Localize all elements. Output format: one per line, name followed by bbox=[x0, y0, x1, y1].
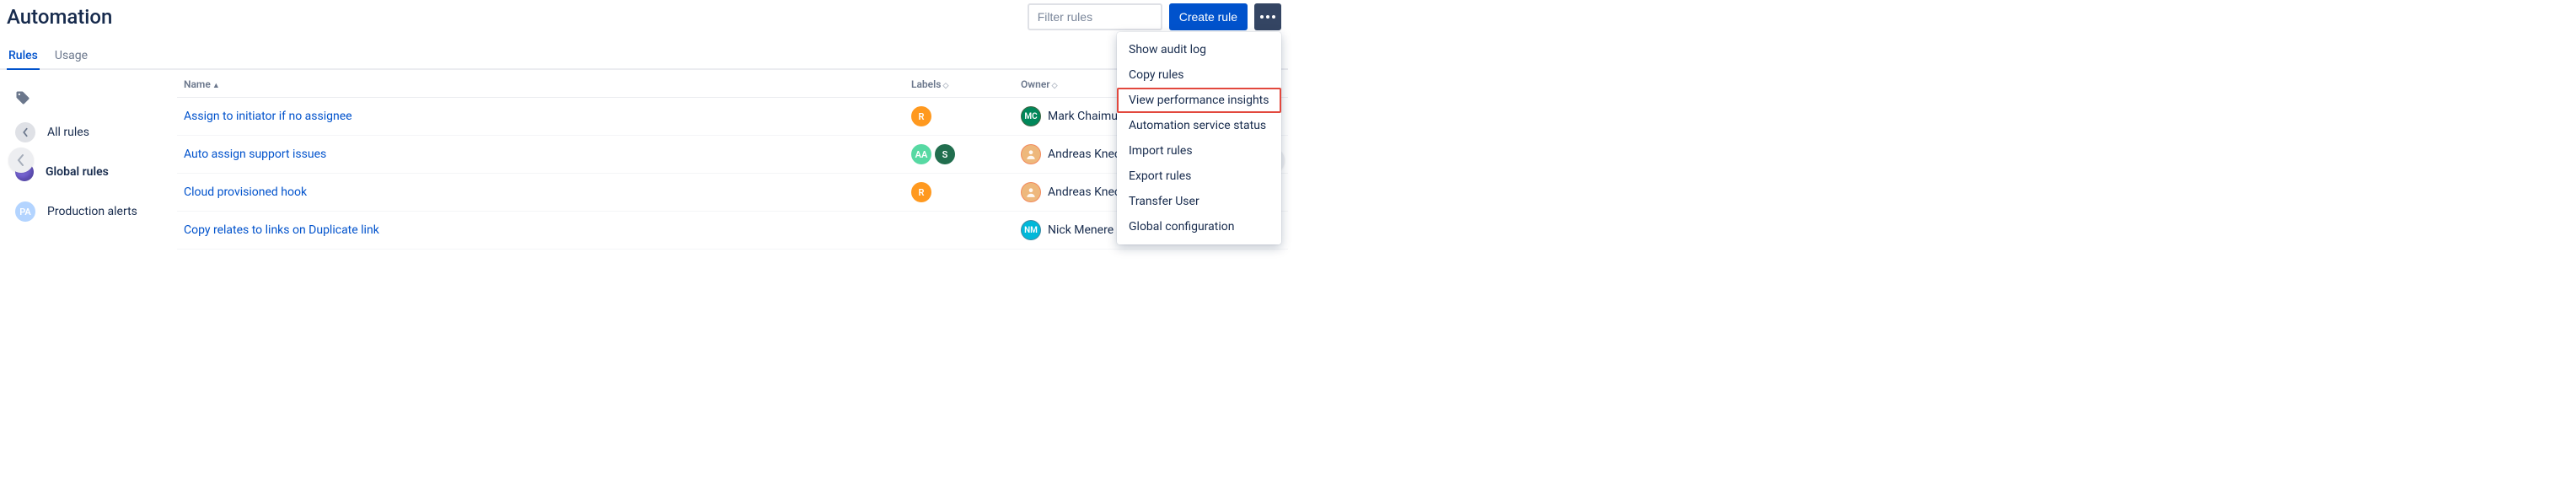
label-chip[interactable]: R bbox=[911, 182, 931, 202]
menu-item-show-audit-log[interactable]: Show audit log bbox=[1117, 37, 1281, 62]
header-actions: Create rule bbox=[1028, 3, 1281, 30]
owner-avatar bbox=[1021, 144, 1041, 164]
label-chip[interactable]: AA bbox=[911, 144, 931, 164]
content: All rules Global rules PA Production alerts… bbox=[0, 70, 1288, 250]
page-header: Automation Create rule bbox=[0, 0, 1288, 34]
filter-rules-input[interactable] bbox=[1028, 3, 1162, 30]
sidebar-tag-row[interactable] bbox=[12, 85, 170, 114]
sidebar-item-label: Global rules bbox=[46, 165, 109, 179]
sidebar-item-global[interactable]: Global rules bbox=[12, 158, 170, 186]
menu-item-automation-service-status[interactable]: Automation service status bbox=[1117, 113, 1281, 138]
menu-item-view-performance-insights[interactable]: View performance insights bbox=[1117, 88, 1281, 113]
menu-item-export-rules[interactable]: Export rules bbox=[1117, 164, 1281, 189]
menu-item-global-configuration[interactable]: Global configuration bbox=[1117, 214, 1281, 239]
rule-link[interactable]: Auto assign support issues bbox=[184, 148, 326, 161]
menu-item-transfer-user[interactable]: Transfer User bbox=[1117, 189, 1281, 214]
owner-avatar: NM bbox=[1021, 220, 1041, 240]
sort-asc-icon: ▲ bbox=[212, 82, 220, 90]
more-horizontal-icon bbox=[1260, 15, 1275, 19]
label-chip[interactable]: S bbox=[935, 144, 955, 164]
sidebar-item-all[interactable]: All rules bbox=[12, 117, 170, 148]
tab-rules[interactable]: Rules bbox=[7, 44, 40, 68]
label-chip[interactable]: R bbox=[911, 106, 931, 126]
chevron-left-icon bbox=[16, 154, 26, 166]
rule-link[interactable]: Copy relates to links on Duplicate link bbox=[184, 223, 379, 237]
more-actions-button[interactable] bbox=[1254, 3, 1281, 30]
carousel-prev-button[interactable] bbox=[8, 148, 34, 173]
sort-icon: ◇ bbox=[942, 82, 948, 90]
chevron-left-circle-icon bbox=[15, 122, 35, 142]
owner-avatar: MC bbox=[1021, 106, 1041, 126]
menu-item-import-rules[interactable]: Import rules bbox=[1117, 138, 1281, 164]
rule-link[interactable]: Cloud provisioned hook bbox=[184, 185, 307, 199]
menu-item-copy-rules[interactable]: Copy rules bbox=[1117, 62, 1281, 88]
col-name[interactable]: Name▲ bbox=[177, 70, 904, 98]
tag-icon bbox=[15, 90, 30, 109]
tab-usage[interactable]: Usage bbox=[53, 44, 89, 68]
create-rule-button[interactable]: Create rule bbox=[1169, 3, 1248, 30]
page-title: Automation bbox=[7, 5, 112, 29]
owner-avatar bbox=[1021, 182, 1041, 202]
rule-link[interactable]: Assign to initiator if no assignee bbox=[184, 110, 352, 123]
sort-icon: ◇ bbox=[1052, 82, 1058, 90]
sidebar-item-production-alerts[interactable]: PA Production alerts bbox=[12, 196, 170, 227]
more-actions-menu: Show audit logCopy rulesView performance… bbox=[1117, 32, 1281, 244]
project-avatar: PA bbox=[15, 201, 35, 222]
col-labels[interactable]: Labels◇ bbox=[904, 70, 1014, 98]
sidebar-item-label: All rules bbox=[47, 126, 89, 139]
tabs: Rules Usage bbox=[0, 44, 1288, 70]
sidebar-item-label: Production alerts bbox=[47, 205, 137, 218]
